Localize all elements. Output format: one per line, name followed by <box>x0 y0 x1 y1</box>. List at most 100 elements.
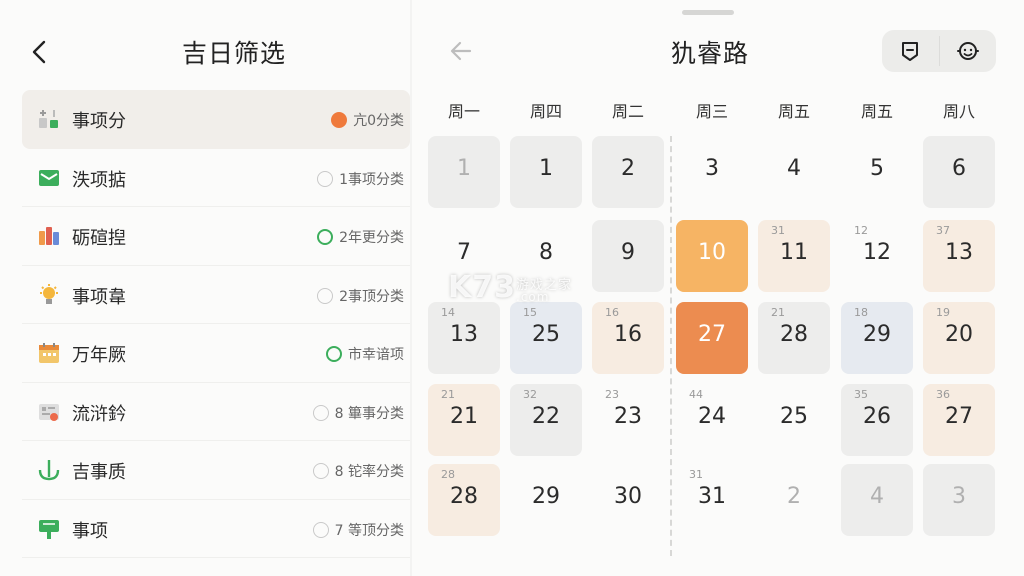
filter-item[interactable]: 事项分 亢0分类 <box>22 90 410 149</box>
day-number: 28 <box>450 484 478 509</box>
calendar-day[interactable]: 37 13 <box>923 220 995 292</box>
lunar-day: 28 <box>441 468 455 481</box>
day-number: 6 <box>952 156 966 181</box>
day-number: 29 <box>532 484 560 509</box>
calendar-day[interactable]: 14 13 <box>428 302 500 374</box>
calendar-icon <box>36 340 62 366</box>
filter-item-count: 亢0分类 <box>353 113 404 129</box>
site-watermark: K73 游戏之家 .com <box>448 270 571 305</box>
filter-list: 事项分 亢0分类 泆项掂 1事项分类 砺碹揑 2年更分类 事项韋 2事顶分类 万年厥 市幸谙项 流浒… <box>22 90 410 558</box>
day-number: 12 <box>863 240 891 265</box>
filter-item[interactable]: 流浒鈐 8 篳事分类 <box>22 383 410 441</box>
calendar-day[interactable]: 30 <box>592 464 664 536</box>
day-number: 8 <box>539 240 553 265</box>
filter-item-count: 2事顶分类 <box>339 288 404 305</box>
day-number: 25 <box>780 404 808 429</box>
calendar-day[interactable]: 19 20 <box>923 302 995 374</box>
day-number: 29 <box>863 322 891 347</box>
calendar-day[interactable]: 4 <box>758 136 830 208</box>
calendar-day[interactable]: 6 <box>923 136 995 208</box>
filter-item[interactable]: 事项韋 2事顶分类 <box>22 266 410 324</box>
books-icon <box>36 223 62 249</box>
calendar-day[interactable]: 12 12 <box>841 220 913 292</box>
lunar-day: 12 <box>854 224 868 237</box>
filter-item-count: 8 篳事分类 <box>334 405 404 422</box>
calendar-day[interactable]: 44 24 <box>676 384 748 456</box>
day-number: 13 <box>450 322 478 347</box>
lunar-day: 35 <box>854 388 868 401</box>
day-number: 4 <box>870 484 884 509</box>
filter-item-count: 市幸谙项 <box>348 347 404 363</box>
calendar-day[interactable]: 21 21 <box>428 384 500 456</box>
lunar-day: 31 <box>689 468 703 481</box>
day-number: 7 <box>457 240 471 265</box>
status-dot-icon <box>312 463 329 479</box>
calendar-day[interactable]: 27 <box>676 302 748 374</box>
day-number: 20 <box>945 322 973 347</box>
lunar-day: 15 <box>523 306 537 319</box>
calendar-day[interactable]: 2 <box>592 136 664 208</box>
calendar-day[interactable]: 28 28 <box>428 464 500 536</box>
filter-item-label: 事项分 <box>72 111 126 132</box>
lunar-day: 31 <box>771 224 785 237</box>
calendar-day[interactable]: 1 <box>428 136 500 208</box>
lunar-day: 36 <box>936 388 950 401</box>
lunar-day: 21 <box>771 306 785 319</box>
calendar-day[interactable]: 36 27 <box>923 384 995 456</box>
day-number: 11 <box>780 240 808 265</box>
filter-item-meta: 2年更分类 <box>317 227 404 247</box>
calendar-day[interactable]: 25 <box>758 384 830 456</box>
filter-item-meta: 2事顶分类 <box>317 286 404 306</box>
calendar-day[interactable]: 29 <box>510 464 582 536</box>
calendar-day[interactable]: 3 <box>676 136 748 208</box>
filter-item[interactable]: 万年厥 市幸谙项 <box>22 324 410 383</box>
calendar-day[interactable]: 18 29 <box>841 302 913 374</box>
calendar-day[interactable]: 31 31 <box>676 464 748 536</box>
calendar-day[interactable]: 5 <box>841 136 913 208</box>
day-number: 24 <box>698 404 726 429</box>
day-number: 30 <box>614 484 642 509</box>
filter-item-meta: 8 铊率分类 <box>312 461 404 481</box>
card-icon <box>36 399 62 425</box>
calendar-day[interactable]: 23 23 <box>592 384 664 456</box>
envelope-icon <box>36 165 62 191</box>
calendar-day[interactable]: 31 11 <box>758 220 830 292</box>
calendar-day[interactable]: 35 26 <box>841 384 913 456</box>
day-number: 9 <box>621 240 635 265</box>
day-number: 28 <box>780 322 808 347</box>
status-dot-icon <box>331 112 348 128</box>
calendar-day[interactable]: 32 22 <box>510 384 582 456</box>
filter-item-meta: 7 等顶分类 <box>312 520 404 540</box>
filter-item[interactable]: 砺碹揑 2年更分类 <box>22 207 410 266</box>
calendar-day[interactable]: 2 <box>758 464 830 536</box>
day-number: 2 <box>621 156 635 181</box>
filter-item[interactable]: 吉事质 8 铊率分类 <box>22 441 410 500</box>
calendar-day[interactable]: 16 16 <box>592 302 664 374</box>
filter-item-label: 流浒鈐 <box>72 403 126 425</box>
calendar-day[interactable]: 3 <box>923 464 995 536</box>
status-dot-icon <box>317 229 334 245</box>
filter-item[interactable]: 泆项掂 1事项分类 <box>22 149 410 207</box>
day-number: 3 <box>952 484 966 509</box>
calendar-day[interactable]: 15 25 <box>510 302 582 374</box>
filter-item[interactable]: 事项 7 等顶分类 <box>22 500 410 558</box>
day-number: 2 <box>787 484 801 509</box>
calendar-day[interactable]: 4 <box>841 464 913 536</box>
filter-panel: 吉日筛选 事项分 亢0分类泆项掂 1事项分类 砺碹揑 2年更分类事项韋 2事顶分类万年厥 市… <box>0 0 410 576</box>
anchor-icon <box>36 457 62 483</box>
day-number: 1 <box>539 156 553 181</box>
day-number: 27 <box>945 404 973 429</box>
calendar-day[interactable]: 1 <box>510 136 582 208</box>
filter-item-label: 事项 <box>72 520 108 542</box>
filter-item-count: 1事项分类 <box>339 171 404 188</box>
status-dot-icon <box>312 404 329 421</box>
watermark-logo: K73 <box>448 270 516 305</box>
day-number: 22 <box>532 404 560 429</box>
calendar-day[interactable]: 9 <box>592 220 664 292</box>
filter-item-label: 事项韋 <box>72 286 126 308</box>
filter-header: 吉日筛选 <box>0 0 410 90</box>
status-dot-icon <box>326 346 342 362</box>
calendar-day[interactable]: 21 28 <box>758 302 830 374</box>
day-number: 13 <box>945 240 973 265</box>
calendar-day[interactable]: 10 <box>676 220 748 292</box>
